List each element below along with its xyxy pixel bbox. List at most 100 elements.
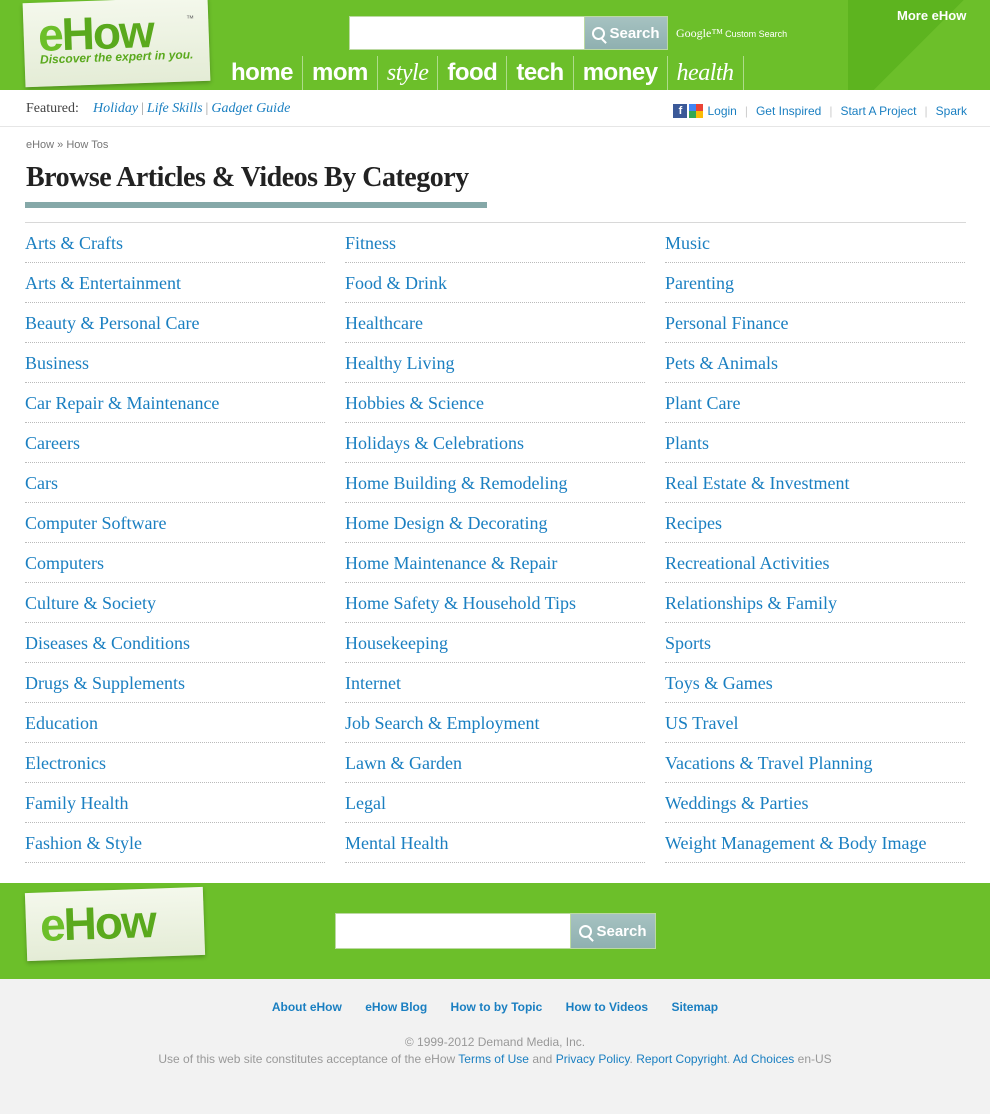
footer-link-how-to-topic[interactable]: How to by Topic — [451, 1000, 543, 1014]
featured-link-gadget-guide[interactable]: Gadget Guide — [211, 101, 290, 116]
category-link[interactable]: Lawn & Garden — [345, 743, 645, 783]
featured-bar: Featured: Holiday | Life Skills | Gadget Gui… — [0, 90, 990, 127]
category-link[interactable]: Arts & Crafts — [25, 223, 325, 263]
category-link[interactable]: Food & Drink — [345, 263, 645, 303]
category-link[interactable]: Home Design & Decorating — [345, 503, 645, 543]
category-link[interactable]: Drugs & Supplements — [25, 663, 325, 703]
footer-link-how-to-videos[interactable]: How to Videos — [566, 1000, 648, 1014]
nav-home[interactable]: home — [222, 56, 304, 90]
category-link[interactable]: Recipes — [665, 503, 965, 543]
category-link[interactable]: Pets & Animals — [665, 343, 965, 383]
category-link[interactable]: Vacations & Travel Planning — [665, 743, 965, 783]
page-title: Browse Articles & Videos By Category — [26, 162, 469, 193]
locale: en-US — [797, 1052, 832, 1066]
title-underline — [25, 202, 487, 208]
category-link[interactable]: Education — [25, 703, 325, 743]
category-columns: Arts & Crafts Arts & Entertainment Beauty … — [25, 223, 966, 863]
legal-notice: Use of this web site constitutes accepta… — [158, 1052, 832, 1066]
search-icon — [592, 26, 606, 40]
category-link[interactable]: Holidays & Celebrations — [345, 423, 645, 463]
google-icon[interactable] — [689, 104, 704, 118]
footer-search-button[interactable]: Search — [570, 913, 656, 949]
category-link[interactable]: Recreational Activities — [665, 543, 965, 583]
category-link[interactable]: Computers — [25, 543, 325, 583]
spark-link[interactable]: Spark — [936, 104, 967, 118]
category-link[interactable]: Careers — [25, 423, 325, 463]
search-button[interactable]: Search — [584, 16, 668, 50]
logo-trademark: ™ — [186, 14, 194, 23]
main-nav: home mom style food tech money health — [222, 56, 744, 90]
category-link[interactable]: Weight Management & Body Image — [665, 823, 965, 863]
nav-tech[interactable]: tech — [507, 56, 574, 90]
start-a-project-link[interactable]: Start A Project — [840, 104, 916, 118]
category-link[interactable]: Diseases & Conditions — [25, 623, 325, 663]
facebook-icon[interactable]: f — [673, 104, 688, 118]
category-link[interactable]: Music — [665, 223, 965, 263]
category-link[interactable]: Business — [25, 343, 325, 383]
category-link[interactable]: Mental Health — [345, 823, 645, 863]
category-link[interactable]: Beauty & Personal Care — [25, 303, 325, 343]
report-copyright-link[interactable]: Report Copyright — [636, 1052, 727, 1066]
privacy-policy-link[interactable]: Privacy Policy — [556, 1052, 630, 1066]
footer-search-input[interactable] — [335, 913, 571, 949]
category-link[interactable]: Cars — [25, 463, 325, 503]
terms-of-use-link[interactable]: Terms of Use — [458, 1052, 529, 1066]
nav-health[interactable]: health — [668, 56, 744, 90]
category-link[interactable]: Home Safety & Household Tips — [345, 583, 645, 623]
footer-ehow-logo[interactable]: eHow — [39, 894, 156, 952]
category-link[interactable]: Healthcare — [345, 303, 645, 343]
category-link[interactable]: Plants — [665, 423, 965, 463]
category-link[interactable]: Culture & Society — [25, 583, 325, 623]
category-link[interactable]: Relationships & Family — [665, 583, 965, 623]
login-link[interactable]: Login — [707, 104, 736, 118]
footer-links: About eHow eHow Blog How to by Topic How… — [0, 1000, 990, 1014]
search-icon — [579, 924, 593, 938]
get-inspired-link[interactable]: Get Inspired — [756, 104, 821, 118]
category-link[interactable]: Legal — [345, 783, 645, 823]
site-header: More eHow eHow ™ Discover the expert in … — [0, 0, 990, 90]
featured-label: Featured: — [26, 101, 79, 116]
more-ehow-link[interactable]: More eHow — [897, 8, 966, 23]
ad-choices-link[interactable]: Ad Choices — [733, 1052, 794, 1066]
nav-mom[interactable]: mom — [303, 56, 378, 90]
category-link[interactable]: Computer Software — [25, 503, 325, 543]
category-link[interactable]: Fashion & Style — [25, 823, 325, 863]
category-link[interactable]: Healthy Living — [345, 343, 645, 383]
category-link[interactable]: Personal Finance — [665, 303, 965, 343]
search-button-label: Search — [609, 24, 660, 42]
category-link[interactable]: Job Search & Employment — [345, 703, 645, 743]
footer-search-button-label: Search — [596, 922, 647, 940]
category-link[interactable]: Arts & Entertainment — [25, 263, 325, 303]
category-link[interactable]: Family Health — [25, 783, 325, 823]
category-link[interactable]: Home Building & Remodeling — [345, 463, 645, 503]
search-input[interactable] — [349, 16, 585, 50]
nav-style[interactable]: style — [378, 56, 439, 90]
category-link[interactable]: Electronics — [25, 743, 325, 783]
category-link[interactable]: Hobbies & Science — [345, 383, 645, 423]
footer-link-about[interactable]: About eHow — [272, 1000, 342, 1014]
featured-link-holiday[interactable]: Holiday — [93, 101, 138, 116]
category-link[interactable]: US Travel — [665, 703, 965, 743]
breadcrumb: eHow » How Tos — [26, 139, 109, 151]
category-column-3: Music Parenting Personal Finance Pets & Ani… — [665, 223, 965, 863]
category-link[interactable]: Plant Care — [665, 383, 965, 423]
category-link[interactable]: Parenting — [665, 263, 965, 303]
utility-links: f Login | Get Inspired | Start A Project… — [673, 104, 967, 118]
nav-money[interactable]: money — [574, 56, 668, 90]
category-link[interactable]: Weddings & Parties — [665, 783, 965, 823]
category-link[interactable]: Home Maintenance & Repair — [345, 543, 645, 583]
category-link[interactable]: Internet — [345, 663, 645, 703]
category-column-2: Fitness Food & Drink Healthcare Healthy Liv… — [345, 223, 645, 863]
category-link[interactable]: Housekeeping — [345, 623, 645, 663]
category-link[interactable]: Car Repair & Maintenance — [25, 383, 325, 423]
category-link[interactable]: Real Estate & Investment — [665, 463, 965, 503]
footer-link-blog[interactable]: eHow Blog — [365, 1000, 427, 1014]
nav-food[interactable]: food — [438, 56, 508, 90]
footer-link-sitemap[interactable]: Sitemap — [671, 1000, 718, 1014]
google-custom-search-label: Google™ Custom Search — [676, 26, 788, 40]
category-link[interactable]: Sports — [665, 623, 965, 663]
featured-links: Holiday | Life Skills | Gadget Guide — [93, 101, 291, 116]
featured-link-life-skills[interactable]: Life Skills — [147, 101, 203, 116]
category-link[interactable]: Fitness — [345, 223, 645, 263]
category-link[interactable]: Toys & Games — [665, 663, 965, 703]
